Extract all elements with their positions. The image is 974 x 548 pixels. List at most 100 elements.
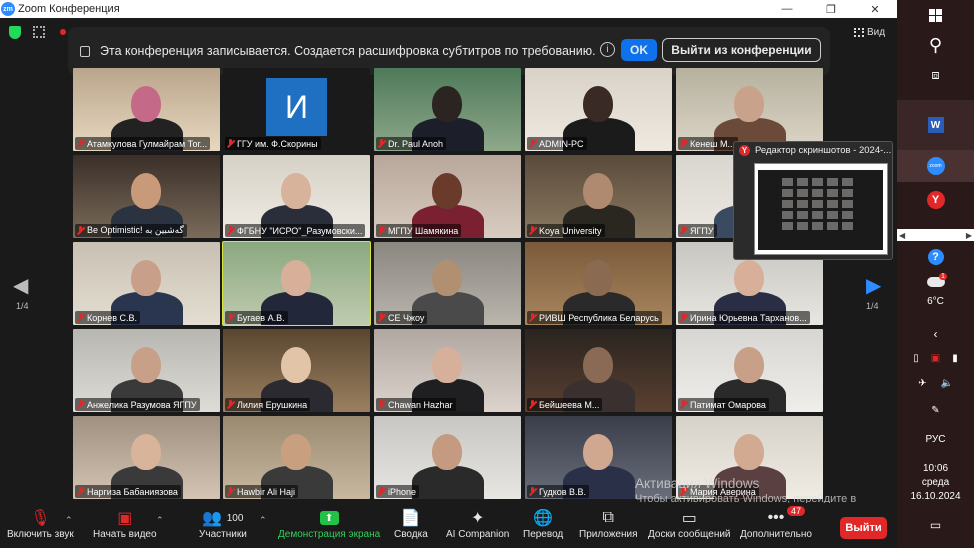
participant-tile[interactable]: МГПУ Шамякина	[374, 155, 521, 238]
preview-thumbnail	[754, 163, 888, 255]
participant-name: Наргиза Бабаниязова	[87, 486, 178, 497]
participant-tile[interactable]: Гудков В.В.	[525, 416, 672, 499]
participant-tile[interactable]: Наргиза Бабаниязова	[73, 416, 220, 499]
participant-tile[interactable]: Бугаев А.В.	[222, 241, 371, 326]
summary-button[interactable]: 📄 Сводка	[394, 507, 428, 540]
phone-link-icon[interactable]: ▯	[913, 353, 919, 364]
pen-icon[interactable]: ✎	[897, 402, 974, 418]
bluetooth-icon[interactable]: ✈	[918, 378, 926, 389]
exit-button[interactable]: Выйти	[840, 517, 887, 539]
zoom-logo-icon: zm	[1, 2, 15, 16]
participant-tile[interactable]: iPhone	[374, 416, 521, 499]
participant-tile[interactable]: Лилия Ерушкина	[223, 329, 370, 412]
close-button[interactable]: ✕	[853, 0, 897, 18]
info-icon[interactable]: i	[600, 42, 615, 57]
taskbar-word[interactable]: W	[897, 100, 974, 150]
view-label: Вид	[867, 27, 886, 38]
recording-dot-icon	[60, 29, 66, 35]
participant-name-label: Бейшеева М...	[527, 398, 603, 411]
taskbar-scrollbar[interactable]: ◀ ▶	[897, 229, 974, 241]
participant-name-label: Hawbir Ali Haji	[225, 485, 299, 498]
share-screen-button[interactable]: ⬆ Демонстрация экрана	[278, 507, 380, 540]
help-button[interactable]: ?	[897, 248, 974, 266]
prev-page-icon[interactable]: ◀	[13, 273, 28, 298]
thumbnail-tile	[797, 200, 808, 208]
participant-name-label: Атамкулова Гулмайрам Тог...	[75, 137, 211, 150]
shield-icon[interactable]	[9, 26, 21, 39]
thumbnail-tile	[782, 178, 793, 186]
muted-mic-icon	[378, 487, 385, 496]
participant-name: Be Optimistic! گەشبین بە	[87, 225, 184, 235]
translate-button[interactable]: 🌐 Перевод	[523, 507, 563, 540]
unmute-button[interactable]: 🎙 Включить звук	[7, 507, 74, 540]
ai-companion-button[interactable]: ✦ AI Companion	[446, 507, 509, 540]
show-hidden-icons-chevron-icon[interactable]: ‹	[897, 327, 974, 341]
scroll-right-icon[interactable]: ▶	[966, 231, 972, 240]
participant-tile[interactable]: Be Optimistic! گەشبین بە	[73, 155, 220, 238]
participant-name: Гудков В.В.	[539, 486, 587, 497]
participant-tile[interactable]: Корнев С.В.	[73, 242, 220, 325]
muted-mic-icon	[529, 313, 536, 322]
muted-mic-icon	[680, 313, 687, 322]
participants-button[interactable]: 👥 100 Участники	[199, 507, 247, 540]
participant-name-label: Dr. Paul Anoh	[376, 137, 447, 150]
weather-widget[interactable]: 1	[897, 273, 974, 291]
volume-icon[interactable]: 🔈	[940, 378, 952, 389]
participant-tile[interactable]: Hawbir Ali Haji	[223, 416, 370, 499]
muted-mic-icon	[227, 139, 234, 148]
thumbnail-tile	[842, 222, 853, 230]
screenshot-editor-preview[interactable]: Y Редактор скриншотов - 2024-...	[733, 141, 893, 260]
taskbar-zoom[interactable]: zoom	[897, 150, 974, 182]
next-page-icon[interactable]: ▶	[866, 273, 881, 298]
language-indicator[interactable]: РУС	[897, 432, 974, 446]
participant-tile[interactable]: Патимат Омарова	[676, 329, 823, 412]
participant-tile[interactable]: И ГГУ им. Ф.Скорины	[223, 68, 370, 151]
notifications-icon[interactable]: ▭	[897, 516, 974, 534]
meeting-info-icon[interactable]	[33, 26, 45, 38]
participant-tile[interactable]: CE Чжоу	[374, 242, 521, 325]
more-button[interactable]: ••• 47 Дополнительно	[740, 506, 812, 540]
participant-name: МГПУ Шамякина	[388, 225, 459, 236]
apps-button[interactable]: ⧉ Приложения	[579, 507, 638, 540]
participant-tile[interactable]: РИВШ Республика Беларусь	[525, 242, 672, 325]
participant-tile[interactable]: Атамкулова Гулмайрам Тог...	[73, 68, 220, 151]
thumbnail-tile	[827, 200, 838, 208]
windows-start-icon[interactable]	[897, 6, 974, 24]
participant-tile[interactable]: Мария Аверина	[676, 416, 823, 499]
taskbar-yandex[interactable]: Y	[897, 186, 974, 214]
view-button[interactable]: Вид	[854, 27, 885, 38]
participant-tile[interactable]: Бейшеева М...	[525, 329, 672, 412]
participant-tile[interactable]: ADMIN-PC	[525, 68, 672, 151]
maximize-button[interactable]: ❐	[809, 0, 853, 18]
participants-options-chevron-icon[interactable]: ⌃	[259, 515, 267, 526]
participant-tile[interactable]: Кенеш М...	[676, 68, 823, 151]
search-icon[interactable]: ⚲	[897, 34, 974, 56]
start-video-button[interactable]: ▣ Начать видео	[93, 507, 157, 540]
thumbnail-tile	[842, 178, 853, 186]
video-options-chevron-icon[interactable]: ⌃	[156, 515, 164, 526]
participant-tile[interactable]: Chawan Hazhar	[374, 329, 521, 412]
ai-companion-label: AI Companion	[446, 529, 510, 540]
page-indicator-right: 1/4	[866, 301, 879, 311]
participant-tile[interactable]: ФГБНУ "ИСРО"_Разумовски...	[223, 155, 370, 238]
participant-name: Бугаев А.В.	[237, 312, 285, 323]
minimize-button[interactable]: —	[765, 0, 809, 18]
battery-icon[interactable]: ▮	[952, 353, 958, 364]
zoom-icon: zoom	[926, 157, 945, 175]
participant-name: Hawbir Ali Haji	[237, 486, 296, 497]
participants-icon: 👥	[202, 510, 223, 527]
whiteboards-button[interactable]: ▭ Доски сообщений	[648, 507, 731, 540]
preview-title: Редактор скриншотов - 2024-...	[755, 145, 892, 156]
participant-tile[interactable]: Dr. Paul Anoh	[374, 68, 521, 151]
video-tray-icon[interactable]: ▣	[931, 353, 940, 364]
participant-tile[interactable]: Анжелика Разумова ЯГПУ	[73, 329, 220, 412]
leave-meeting-button[interactable]: Выйти из конференции	[662, 38, 821, 62]
task-view-icon[interactable]: ⧈	[897, 66, 974, 84]
participant-tile[interactable]: Koya University	[525, 155, 672, 238]
audio-options-chevron-icon[interactable]: ⌃	[65, 515, 73, 526]
ok-button[interactable]: OK	[621, 39, 657, 61]
thumbnail-tile	[842, 200, 853, 208]
scroll-left-icon[interactable]: ◀	[899, 231, 905, 240]
system-clock[interactable]: 10:06 среда 16.10.2024	[897, 462, 974, 504]
thumbnail-tile	[782, 189, 793, 197]
